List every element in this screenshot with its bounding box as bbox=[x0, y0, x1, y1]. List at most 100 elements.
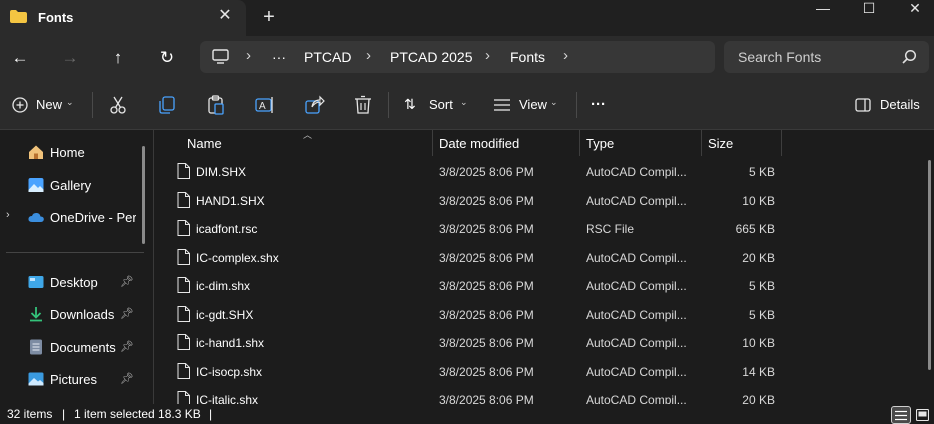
title-bar: Fonts ✕ + — ☐ ✕ bbox=[0, 0, 934, 36]
command-bar: New ⌄ A ⇅ Sort ⌄ View ⌄ ··· Details bbox=[0, 80, 934, 130]
breadcrumb-separator[interactable]: › bbox=[485, 47, 490, 64]
paste-icon[interactable] bbox=[205, 94, 227, 116]
details-button[interactable]: Details bbox=[855, 93, 921, 117]
file-list-scrollbar[interactable] bbox=[928, 160, 931, 370]
sort-icon: ⇅ bbox=[404, 96, 416, 112]
column-divider[interactable] bbox=[579, 130, 580, 156]
file-date: 3/8/2025 8:06 PM bbox=[439, 222, 534, 236]
sidebar-item-gallery[interactable]: Gallery bbox=[0, 170, 146, 200]
sidebar-item-documents[interactable]: Documents 📌︎ bbox=[0, 332, 146, 362]
sidebar-item-desktop[interactable]: Desktop 📌︎ bbox=[0, 267, 146, 297]
sort-button[interactable]: ⇅ Sort ⌄ bbox=[404, 93, 470, 117]
file-row[interactable]: DIM.SHX 3/8/2025 8:06 PM AutoCAD Compil...… bbox=[155, 158, 934, 186]
breadcrumb-ptcad[interactable]: PTCAD bbox=[304, 49, 351, 65]
file-row[interactable]: IC-isocp.shx 3/8/2025 8:06 PM AutoCAD Comp… bbox=[155, 358, 934, 386]
file-type: AutoCAD Compil... bbox=[586, 165, 687, 179]
onedrive-icon bbox=[28, 212, 44, 222]
view-list-icon bbox=[494, 99, 510, 111]
file-icon bbox=[177, 248, 190, 265]
file-size: 20 KB bbox=[742, 250, 775, 265]
column-header-type[interactable]: Type bbox=[586, 136, 614, 151]
sidebar-item-pictures[interactable]: Pictures 📌︎ bbox=[0, 364, 146, 394]
search-input[interactable]: Search Fonts bbox=[724, 41, 929, 73]
column-divider[interactable] bbox=[701, 130, 702, 156]
forward-button[interactable]: → bbox=[56, 44, 84, 72]
file-row[interactable]: icadfont.rsc 3/8/2025 8:06 PM RSC File 665 … bbox=[155, 215, 934, 243]
breadcrumb-separator[interactable]: › bbox=[366, 47, 371, 64]
file-row[interactable]: IC-italic.shx 3/8/2025 8:06 PM AutoCAD Com… bbox=[155, 386, 934, 404]
close-window-button[interactable]: ✕ bbox=[892, 0, 934, 18]
file-icon bbox=[177, 391, 190, 404]
details-view-button[interactable] bbox=[891, 406, 911, 424]
file-size: 10 KB bbox=[742, 193, 775, 208]
share-icon[interactable] bbox=[303, 94, 325, 116]
toolbar-divider bbox=[576, 92, 577, 118]
breadcrumb-separator[interactable]: › bbox=[246, 47, 251, 64]
gallery-icon bbox=[28, 178, 44, 192]
up-button[interactable]: ↑ bbox=[104, 44, 132, 72]
downloads-icon bbox=[30, 307, 42, 322]
column-divider[interactable] bbox=[432, 130, 433, 156]
pin-icon: 📌︎ bbox=[120, 341, 134, 353]
file-row[interactable]: HAND1.SHX 3/8/2025 8:06 PM AutoCAD Compil.… bbox=[155, 187, 934, 215]
file-date: 3/8/2025 8:06 PM bbox=[439, 279, 534, 293]
chevron-right-icon[interactable]: › bbox=[6, 209, 10, 221]
breadcrumb[interactable]: › ··· PTCAD › PTCAD 2025 › Fonts › bbox=[200, 41, 715, 73]
file-row[interactable]: ic-hand1.shx 3/8/2025 8:06 PM AutoCAD Comp… bbox=[155, 329, 934, 357]
close-tab-icon[interactable]: ✕ bbox=[216, 7, 234, 25]
file-type: AutoCAD Compil... bbox=[586, 279, 687, 293]
column-divider[interactable] bbox=[781, 130, 782, 156]
sidebar-item-onedrive[interactable]: › OneDrive - Perso bbox=[0, 202, 146, 232]
pictures-icon bbox=[28, 372, 44, 386]
toolbar-divider bbox=[92, 92, 93, 118]
breadcrumb-ptcad-2025[interactable]: PTCAD 2025 bbox=[390, 49, 472, 65]
svg-text:A: A bbox=[259, 101, 266, 112]
file-row[interactable]: ic-dim.shx 3/8/2025 8:06 PM AutoCAD Compil… bbox=[155, 272, 934, 300]
details-label: Details bbox=[880, 97, 920, 112]
file-row[interactable]: ic-gdt.SHX 3/8/2025 8:06 PM AutoCAD Compil… bbox=[155, 301, 934, 329]
file-type: AutoCAD Compil... bbox=[586, 393, 687, 404]
tiles-view-button[interactable] bbox=[913, 406, 933, 424]
rename-icon[interactable]: A bbox=[254, 94, 276, 116]
status-separator: | bbox=[209, 407, 213, 421]
new-tab-button[interactable]: + bbox=[258, 6, 280, 28]
column-header-date[interactable]: Date modified bbox=[439, 136, 519, 151]
chevron-down-icon: ⌄ bbox=[550, 97, 558, 107]
copy-icon[interactable] bbox=[156, 94, 178, 116]
back-button[interactable]: ← bbox=[6, 44, 34, 72]
minimize-button[interactable]: — bbox=[800, 0, 846, 18]
sidebar-scrollbar[interactable] bbox=[142, 146, 145, 244]
file-row[interactable]: IC-complex.shx 3/8/2025 8:06 PM AutoCAD Co… bbox=[155, 244, 934, 272]
details-view-icon bbox=[895, 410, 907, 421]
this-pc-icon[interactable] bbox=[212, 49, 229, 64]
file-date: 3/8/2025 8:06 PM bbox=[439, 393, 534, 404]
cut-icon[interactable] bbox=[107, 94, 129, 116]
maximize-button[interactable]: ☐ bbox=[846, 0, 892, 18]
delete-icon[interactable] bbox=[352, 94, 374, 116]
search-icon bbox=[902, 49, 917, 64]
new-button[interactable]: New ⌄ bbox=[8, 93, 80, 117]
column-header-name[interactable]: Name bbox=[187, 136, 222, 151]
breadcrumb-fonts[interactable]: Fonts bbox=[510, 49, 545, 65]
refresh-button[interactable]: ↻ bbox=[153, 44, 181, 72]
file-icon bbox=[177, 362, 190, 379]
breadcrumb-overflow[interactable]: ··· bbox=[272, 49, 286, 65]
view-button[interactable]: View ⌄ bbox=[494, 93, 564, 117]
item-count: 32 items bbox=[7, 407, 53, 421]
sidebar-item-downloads[interactable]: Downloads 📌︎ bbox=[0, 299, 146, 329]
tab-fonts[interactable]: Fonts ✕ bbox=[0, 0, 246, 36]
file-name: icadfont.rsc bbox=[196, 222, 258, 236]
file-icon bbox=[177, 220, 190, 236]
sidebar-item-home[interactable]: Home bbox=[0, 137, 146, 167]
pin-icon: 📌︎ bbox=[120, 276, 134, 288]
file-date: 3/8/2025 8:06 PM bbox=[439, 336, 534, 350]
folder-icon bbox=[10, 10, 27, 23]
file-date: 3/8/2025 8:06 PM bbox=[439, 250, 534, 265]
sidebar-item-label: Gallery bbox=[50, 178, 92, 193]
more-options-button[interactable]: ··· bbox=[591, 93, 606, 117]
file-type: AutoCAD Compil... bbox=[586, 336, 687, 350]
breadcrumb-separator[interactable]: › bbox=[563, 47, 568, 64]
file-date: 3/8/2025 8:06 PM bbox=[439, 364, 534, 379]
file-name: DIM.SHX bbox=[196, 165, 247, 179]
column-header-size[interactable]: Size bbox=[708, 136, 733, 151]
